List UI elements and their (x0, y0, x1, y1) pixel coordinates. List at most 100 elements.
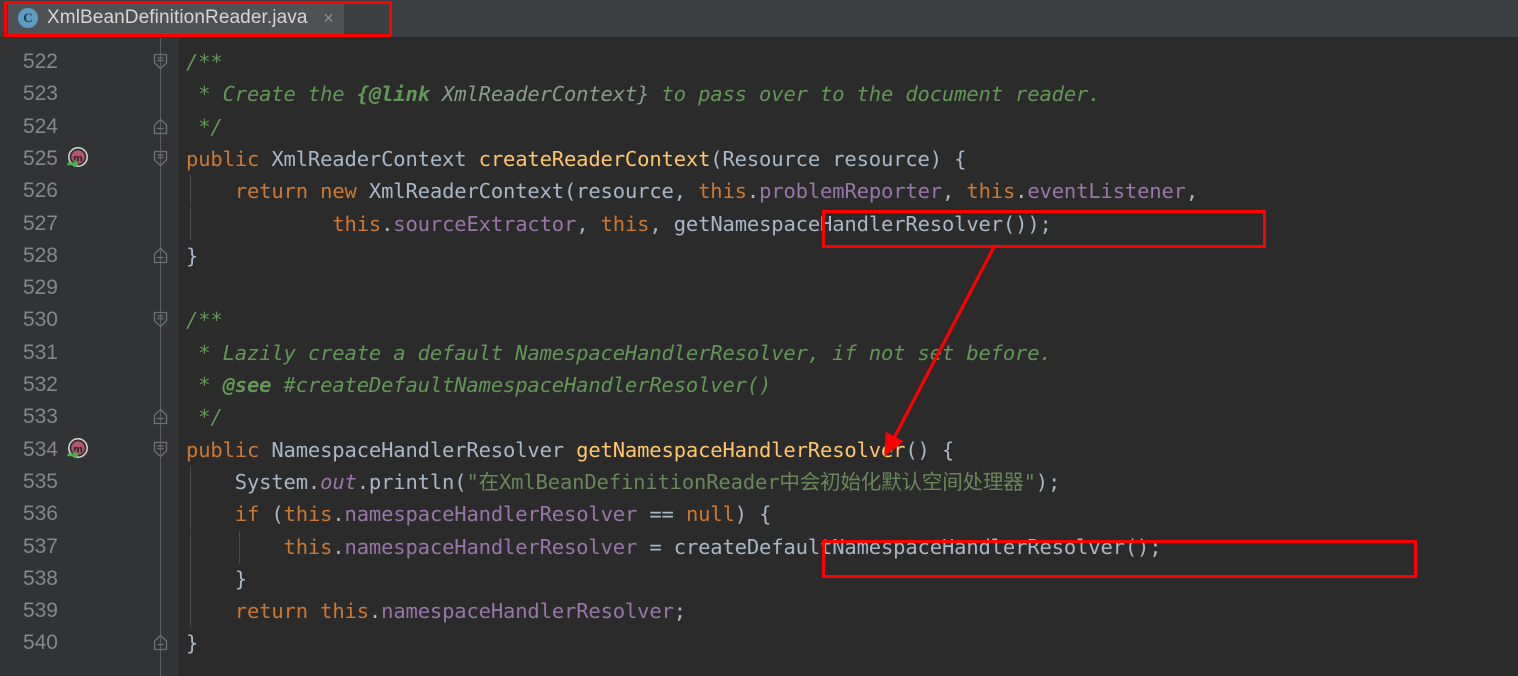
token-id: , (576, 211, 601, 236)
tab-title: XmlBeanDefinitionReader.java (47, 7, 308, 28)
token-doct: XmlReaderContext} (429, 82, 650, 107)
token-kw: if (234, 502, 260, 527)
close-icon[interactable]: × (320, 9, 338, 27)
token-id: ( (259, 502, 284, 527)
token-id: (Resource resource) { (710, 146, 967, 171)
token-kw: new (320, 179, 357, 204)
fold-end-icon[interactable] (151, 407, 170, 426)
line-number: 522 (22, 50, 58, 73)
token-id: , (941, 179, 967, 204)
line-number: 532 (22, 373, 58, 396)
token-id: ; (1149, 534, 1162, 559)
code-text[interactable]: */ (186, 401, 223, 433)
token-id: = createDefaultNamespaceHandlerResolver(… (637, 534, 1150, 559)
token-id: } (186, 243, 199, 268)
token-kw: this (320, 599, 369, 624)
token-id: , getNamespaceHandlerResolver()); (649, 211, 1052, 236)
editor-tab-bar: C XmlBeanDefinitionReader.java × (0, 0, 1518, 38)
method-override-icon[interactable]: m (66, 146, 92, 172)
token-id: XmlReaderContext (259, 146, 479, 171)
token-id: == (637, 502, 686, 527)
code-text[interactable]: * Create the {@link XmlReaderContext} to… (186, 78, 1100, 110)
code-line: 540} (0, 627, 1518, 659)
code-line: 524 */ (0, 111, 1518, 143)
code-text[interactable]: this.sourceExtractor, this, getNamespace… (186, 208, 1052, 240)
code-text[interactable]: } (186, 563, 247, 595)
code-text[interactable]: /** (186, 46, 223, 78)
token-kw: this (332, 211, 382, 236)
fold-end-icon[interactable] (151, 633, 170, 652)
code-line: 537 this.namespaceHandlerResolver = crea… (0, 530, 1518, 563)
token-kw: this (283, 534, 333, 559)
code-text[interactable]: this.namespaceHandlerResolver = createDe… (186, 531, 1162, 563)
line-number: 540 (22, 631, 58, 655)
token-kw: this (698, 179, 747, 204)
token-kw: public (186, 146, 260, 171)
token-id: . (332, 534, 345, 559)
line-number: 538 (22, 566, 58, 590)
code-text[interactable]: return new XmlReaderContext(resource, th… (186, 175, 1198, 207)
fold-start-icon[interactable] (151, 52, 170, 71)
line-number: 525 (22, 146, 58, 170)
fold-end-icon[interactable] (151, 246, 170, 265)
code-text[interactable]: /** (186, 304, 223, 336)
line-number: 537 (22, 534, 58, 558)
token-doc: * Create the (186, 82, 357, 107)
token-id: } (186, 631, 199, 656)
token-id (186, 179, 235, 203)
code-text[interactable]: * @see #createDefaultNamespaceHandlerRes… (186, 369, 771, 401)
token-doc: /** (186, 50, 223, 74)
fold-start-icon[interactable] (151, 440, 170, 459)
token-doc: */ (186, 114, 223, 139)
code-line: 529 (0, 272, 1518, 304)
token-kw: public (186, 437, 260, 462)
token-docb: {@link (356, 82, 430, 107)
token-id: . (1015, 179, 1028, 204)
token-id (308, 599, 320, 623)
token-id: ) { (734, 502, 772, 527)
line-number: 530 (22, 308, 58, 332)
code-text[interactable]: public XmlReaderContext createReaderCont… (186, 143, 966, 175)
token-sfld: out (320, 469, 357, 494)
token-kw: this (966, 179, 1016, 204)
code-line: 523 * Create the {@link XmlReaderContext… (0, 78, 1518, 110)
fold-start-icon[interactable] (151, 310, 170, 329)
token-mth: createReaderContext (478, 146, 711, 171)
code-text[interactable]: */ (186, 111, 223, 143)
token-id: ; (673, 599, 686, 624)
token-fld: namespaceHandlerResolver (344, 502, 638, 527)
line-number: 529 (22, 276, 58, 300)
token-id: () { (905, 437, 955, 462)
code-text[interactable]: return this.namespaceHandlerResolver; (186, 595, 686, 627)
fold-start-icon[interactable] (151, 149, 170, 168)
token-fld: sourceExtractor (393, 211, 577, 236)
code-line: 532 * @see #createDefaultNamespaceHandle… (0, 369, 1518, 401)
code-text[interactable]: } (186, 627, 198, 659)
token-id: System. (186, 469, 321, 494)
code-line: 522 /** (0, 46, 1518, 78)
code-text[interactable]: * Lazily create a default NamespaceHandl… (186, 337, 1052, 369)
fold-end-icon[interactable] (151, 117, 170, 136)
token-id (186, 212, 332, 236)
code-line: 538 } (0, 562, 1518, 596)
token-id: . (332, 502, 345, 527)
token-kw: return (234, 179, 308, 204)
token-id (186, 535, 284, 559)
tab-xmlbeandefinitionreader[interactable]: C XmlBeanDefinitionReader.java × (8, 2, 344, 36)
code-text[interactable]: } (186, 240, 198, 272)
code-line: 525 m public XmlReaderContext createReader… (0, 143, 1518, 175)
method-override-icon[interactable]: m (66, 437, 92, 463)
code-line: 530 /** (0, 304, 1518, 336)
code-text[interactable]: if (this.namespaceHandlerResolver == nul… (186, 498, 772, 530)
code-line: 527 this.sourceExtractor, this, getNames… (0, 207, 1518, 240)
token-id: ); (1035, 469, 1061, 494)
token-id (308, 179, 320, 203)
token-id: . (746, 179, 760, 204)
token-str: "在XmlBeanDefinitionReader中会初始化默认空间处理器" (466, 469, 1036, 494)
line-number: 527 (22, 211, 58, 235)
code-text[interactable]: public NamespaceHandlerResolver getNames… (186, 434, 954, 466)
token-kw: return (234, 599, 308, 624)
token-fld: namespaceHandlerResolver (344, 534, 638, 559)
code-editor[interactable]: 522 /** 523 * Create the {@link XmlReaderC… (0, 38, 1518, 676)
code-text[interactable]: System.out.println("在XmlBeanDefinitionRe… (186, 466, 1061, 498)
